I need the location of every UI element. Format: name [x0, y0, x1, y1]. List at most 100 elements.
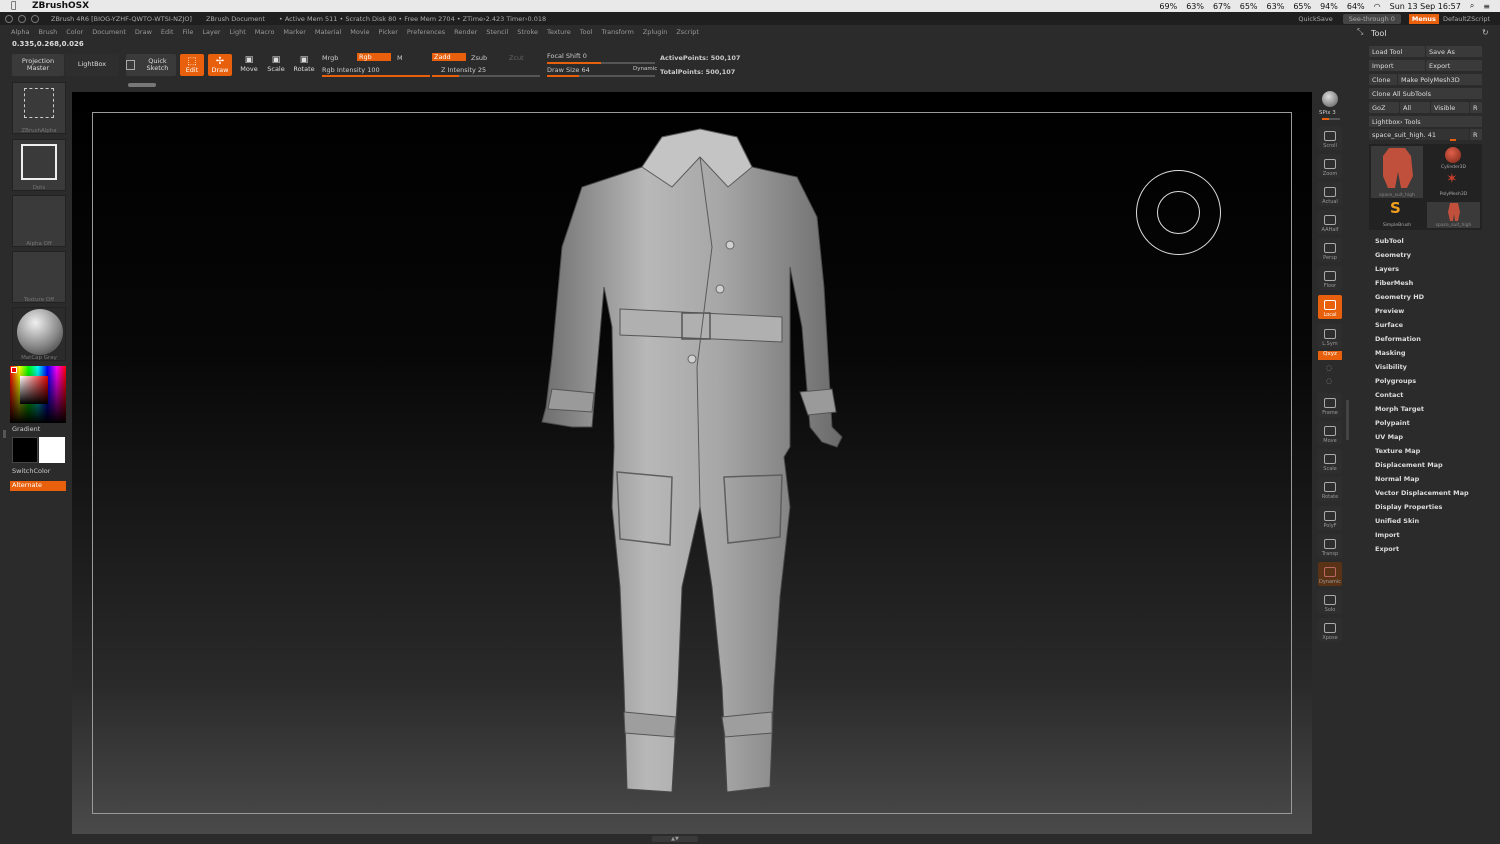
m-button[interactable]: M	[397, 54, 403, 62]
rotate-button[interactable]: ▣ Rotate	[292, 54, 316, 76]
spix-label[interactable]: SPix 3	[1319, 110, 1336, 116]
menu-stencil[interactable]: Stencil	[486, 28, 508, 36]
menu-color[interactable]: Color	[66, 28, 83, 36]
section-morph-target[interactable]: Morph Target	[1352, 402, 1500, 416]
actual-button[interactable]: Actual	[1318, 182, 1342, 206]
save-as-button[interactable]: Save As	[1426, 46, 1482, 57]
menu-texture[interactable]: Texture	[547, 28, 571, 36]
import-tool-button[interactable]: Import	[1369, 60, 1425, 71]
section-visibility[interactable]: Visibility	[1352, 360, 1500, 374]
menu-render[interactable]: Render	[454, 28, 477, 36]
bpr-button[interactable]	[1318, 84, 1342, 108]
color-picker[interactable]	[10, 366, 66, 423]
move-button[interactable]: ▣ Move	[237, 54, 261, 76]
menu-stroke[interactable]: Stroke	[517, 28, 538, 36]
section-export[interactable]: Export	[1352, 542, 1500, 556]
toolbar-scroll-handle[interactable]	[128, 83, 156, 87]
viewport-canvas[interactable]	[72, 92, 1312, 834]
thumb-space-suit[interactable]: space_suit_high	[1371, 146, 1423, 198]
clone-button[interactable]: Clone	[1369, 74, 1397, 85]
menu-picker[interactable]: Picker	[379, 28, 398, 36]
dynamic-toggle[interactable]: Dynamic	[633, 66, 657, 72]
menu-edit[interactable]: Edit	[161, 28, 174, 36]
thumb-simplebrush[interactable]: S SimpleBrush	[1371, 199, 1423, 228]
section-display-properties[interactable]: Display Properties	[1352, 500, 1500, 514]
menu-movie[interactable]: Movie	[350, 28, 369, 36]
wifi-icon[interactable]: ◠	[1374, 2, 1381, 11]
right-shelf-scrollbar[interactable]	[1346, 400, 1349, 440]
z-axis-icon[interactable]: ◌	[1326, 377, 1332, 385]
menu-draw[interactable]: Draw	[135, 28, 152, 36]
rgb-intensity-label[interactable]: Rgb Intensity 100	[322, 66, 380, 74]
menu-tool[interactable]: Tool	[580, 28, 593, 36]
section-normal-map[interactable]: Normal Map	[1352, 472, 1500, 486]
lsym-button[interactable]: L.Sym	[1318, 324, 1342, 348]
goz-button[interactable]: GoZ	[1369, 102, 1399, 113]
floor-button[interactable]: Floor	[1318, 266, 1342, 290]
section-preview[interactable]: Preview	[1352, 304, 1500, 318]
section-polygroups[interactable]: Polygroups	[1352, 374, 1500, 388]
dynamic-button[interactable]: Dynamic	[1318, 562, 1342, 586]
section-contact[interactable]: Contact	[1352, 388, 1500, 402]
alternate-button[interactable]: Alternate	[10, 481, 66, 491]
xpose-button[interactable]: Xpose	[1318, 618, 1342, 642]
y-axis-icon[interactable]: ◌	[1326, 364, 1332, 372]
section-subtool[interactable]: SubTool	[1352, 234, 1500, 248]
zoom-button[interactable]: Zoom	[1318, 154, 1342, 178]
section-masking[interactable]: Masking	[1352, 346, 1500, 360]
section-fibermesh[interactable]: FiberMesh	[1352, 276, 1500, 290]
menu-light[interactable]: Light	[230, 28, 246, 36]
section-vector-displacement-map[interactable]: Vector Displacement Map	[1352, 486, 1500, 500]
app-name[interactable]: ZBrushOSX	[32, 1, 89, 11]
zcut-button[interactable]: Zcut	[509, 54, 524, 62]
minimize-window-icon[interactable]	[18, 14, 26, 23]
quicksave-button[interactable]: QuickSave	[1298, 15, 1332, 23]
material-slot[interactable]: MatCap Gray	[12, 307, 66, 361]
focal-shift-slider[interactable]	[547, 62, 655, 64]
transp-button[interactable]: Transp	[1318, 534, 1342, 558]
goz-visible-button[interactable]: Visible	[1431, 102, 1469, 113]
section-import[interactable]: Import	[1352, 528, 1500, 542]
section-deformation[interactable]: Deformation	[1352, 332, 1500, 346]
stroke-slot[interactable]: Dots	[12, 139, 66, 191]
menu-preferences[interactable]: Preferences	[407, 28, 445, 36]
alpha-slot[interactable]: Alpha Off	[12, 195, 66, 247]
tool-r-button[interactable]: R	[1470, 129, 1482, 140]
edit-button[interactable]: ⬚ Edit	[180, 54, 204, 76]
scale-button[interactable]: ▣ Scale	[264, 54, 288, 76]
move-view-button[interactable]: Move	[1318, 421, 1342, 445]
z-intensity-slider[interactable]	[432, 75, 540, 77]
menu-material[interactable]: Material	[315, 28, 341, 36]
local-button[interactable]: Local	[1318, 295, 1342, 319]
main-color-swatch[interactable]	[12, 437, 38, 463]
rgb-button[interactable]: Rgb	[357, 53, 391, 61]
thumb-space-suit-2[interactable]: space_suit_high	[1427, 202, 1480, 228]
color-saturation-square[interactable]	[20, 376, 48, 404]
menu-alpha[interactable]: Alpha	[11, 28, 29, 36]
menus-toggle[interactable]: Menus	[1408, 13, 1439, 24]
section-unified-skin[interactable]: Unified Skin	[1352, 514, 1500, 528]
polyf-button[interactable]: PolyF	[1318, 506, 1342, 530]
section-layers[interactable]: Layers	[1352, 262, 1500, 276]
lightbox-tools-button[interactable]: Lightbox› Tools	[1369, 116, 1482, 127]
default-zscript-button[interactable]: DefaultZScript	[1443, 15, 1490, 23]
thumb-cylinder3d[interactable]: Cylinder3D	[1427, 146, 1480, 170]
section-displacement-map[interactable]: Displacement Map	[1352, 458, 1500, 472]
zsub-button[interactable]: Zsub	[471, 54, 487, 62]
goz-all-button[interactable]: All	[1400, 102, 1430, 113]
bottom-shelf-toggle-icon[interactable]: ▲▼	[652, 836, 698, 842]
apple-icon[interactable]: 	[11, 1, 16, 11]
zadd-button[interactable]: Zadd	[432, 53, 466, 61]
menu-macro[interactable]: Macro	[255, 28, 275, 36]
section-geometry-hd[interactable]: Geometry HD	[1352, 290, 1500, 304]
menu-marker[interactable]: Marker	[283, 28, 305, 36]
section-surface[interactable]: Surface	[1352, 318, 1500, 332]
clone-all-subtools-button[interactable]: Clone All SubTools	[1369, 88, 1482, 99]
zoom-window-icon[interactable]	[31, 14, 39, 23]
section-polypaint[interactable]: Polypaint	[1352, 416, 1500, 430]
spotlight-icon[interactable]: ⌕	[1470, 1, 1474, 11]
menu-zscript[interactable]: Zscript	[676, 28, 699, 36]
rgb-intensity-slider[interactable]	[322, 75, 430, 77]
solo-button[interactable]: Solo	[1318, 590, 1342, 614]
secondary-color-swatch[interactable]	[39, 437, 65, 463]
